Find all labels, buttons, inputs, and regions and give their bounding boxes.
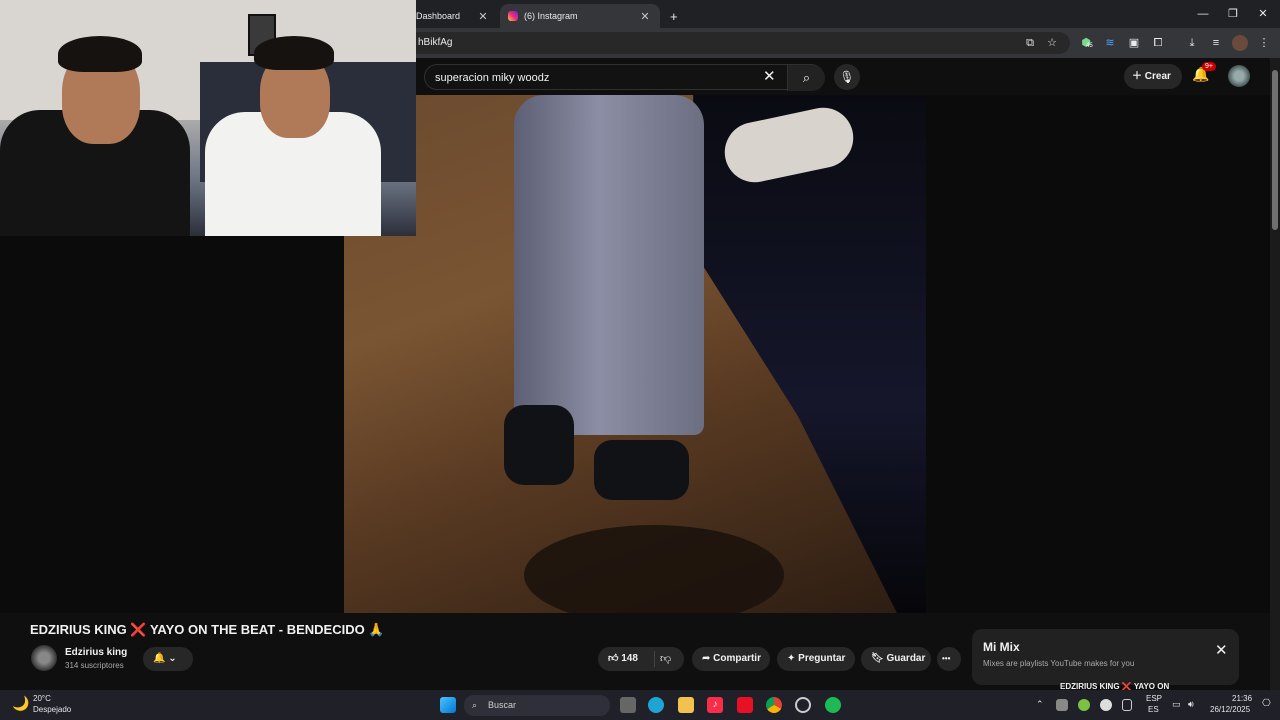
taskbar-search[interactable]: ⌕ Buscar (464, 695, 610, 716)
mix-subtitle: Mixes are playlists YouTube makes for yo… (983, 659, 1135, 668)
clock-date[interactable]: 26/12/2025 (1210, 705, 1250, 714)
thumbs-up-icon: 👍︎ (608, 653, 619, 664)
subscriber-count: 314 suscriptores (65, 661, 124, 670)
ask-button[interactable]: ✦ Preguntar (777, 647, 855, 671)
profile-avatar[interactable] (1232, 35, 1248, 51)
tray-chevron-up-icon[interactable]: ⌃ (1036, 699, 1044, 710)
search-input[interactable]: superacion miky woodz (435, 65, 549, 91)
kebab-menu-icon[interactable]: ⋮ (1256, 35, 1272, 51)
left-shoe (504, 405, 574, 485)
like-divider (654, 651, 655, 667)
taskbar-search-placeholder: Buscar (488, 700, 517, 710)
subscribe-bell-button[interactable]: 🔔 ⌄ (143, 647, 193, 671)
windows-start-icon[interactable] (440, 697, 456, 713)
tab-label: Dashboard (416, 11, 461, 21)
volume-icon[interactable]: 🔊︎ (1188, 699, 1194, 710)
bell-icon: 🔔 (153, 653, 166, 664)
network-icon[interactable]: ▭ (1172, 699, 1181, 710)
person-legs (514, 95, 704, 435)
sparkle-icon: ✦ (787, 653, 799, 664)
close-icon[interactable]: ✕ (1215, 641, 1228, 659)
audio-extension-icon[interactable]: ≋ (1102, 35, 1118, 51)
tray-nvidia-icon[interactable] (1078, 699, 1090, 711)
music-app-icon[interactable]: ♪ (707, 697, 723, 713)
language-top[interactable]: ESP (1146, 694, 1162, 703)
video-title: EDZIRIUS KING ❌ YAYO ON THE BEAT - BENDE… (30, 622, 385, 637)
cast-icon[interactable]: ⧉ (1022, 35, 1038, 51)
tab-close-icon[interactable]: ✕ (476, 10, 490, 23)
account-avatar[interactable] (1228, 65, 1250, 87)
tray-cloud-icon[interactable] (1100, 699, 1112, 711)
share-button[interactable]: ➦ Compartir (692, 647, 770, 671)
restore-button[interactable]: ❐ (1218, 4, 1248, 24)
bookmark-star-icon[interactable]: ☆ (1044, 35, 1060, 51)
person-right-hair (254, 36, 334, 70)
tab-instagram[interactable]: (6) Instagram ✕ (500, 4, 660, 28)
share-icon: ➦ (702, 653, 714, 664)
person-left-hair (58, 36, 142, 72)
page-scrollbar[interactable] (1270, 58, 1280, 690)
close-window-button[interactable]: ✕ (1248, 4, 1278, 24)
channel-name[interactable]: Edzirius king (65, 647, 127, 658)
create-label: Crear (1144, 71, 1171, 82)
mix-panel: Mi Mix Mixes are playlists YouTube makes… (972, 629, 1239, 691)
tray-mic-icon[interactable] (1122, 699, 1132, 711)
search-icon: ⌕ (472, 700, 478, 710)
webcam-overlay (0, 0, 416, 236)
spotify-icon[interactable] (825, 697, 841, 713)
ask-label: Preguntar (798, 653, 846, 664)
tray-app-icon[interactable] (1056, 699, 1068, 711)
create-button[interactable]: ＋ Crear (1124, 64, 1182, 89)
new-tab-button[interactable]: + (662, 4, 682, 28)
mix-title: Mi Mix (983, 640, 1020, 654)
minimize-button[interactable]: — (1188, 4, 1218, 24)
puzzle-extensions-icon[interactable]: ⧠ (1150, 35, 1166, 51)
clear-search-icon[interactable]: ✕ (763, 67, 776, 85)
microphone-icon[interactable]: 🎙 (834, 64, 860, 90)
more-actions-button[interactable]: ••• (937, 647, 961, 671)
download-icon[interactable]: ⤓ (1184, 35, 1200, 51)
edge-icon[interactable] (648, 697, 664, 713)
task-view-icon[interactable] (620, 697, 636, 713)
search-icon[interactable]: ⌕ (787, 65, 825, 91)
reader-icon[interactable]: ▣ (1126, 35, 1142, 51)
app-icon[interactable] (737, 697, 753, 713)
extension-badge: 45 (1086, 43, 1093, 49)
save-button[interactable]: 🔖︎ Guardar (861, 647, 931, 671)
tab-label: (6) Instagram (524, 11, 578, 21)
right-shoe (594, 440, 689, 500)
weather-desc: Despejado (33, 705, 72, 714)
notification-badge: 9+ (1202, 62, 1216, 71)
tab-close-icon[interactable]: ✕ (638, 10, 652, 23)
chevron-down-icon: ⌄ (168, 653, 177, 664)
scrollbar-thumb[interactable] (1272, 70, 1278, 230)
thumbs-down-icon[interactable]: 👎︎ (660, 647, 671, 671)
chrome-icon[interactable] (766, 697, 782, 713)
language-bottom[interactable]: ES (1148, 705, 1159, 714)
bookmark-icon: 🔖︎ (871, 653, 887, 664)
notification-icon[interactable]: ⎔ (1262, 698, 1271, 709)
file-explorer-icon[interactable] (678, 697, 694, 713)
weather-temp: 20°C (33, 694, 51, 703)
instagram-icon (508, 11, 518, 21)
moon-weather-icon: 🌙 (12, 695, 30, 711)
share-label: Compartir (713, 653, 761, 664)
tab-dashboard[interactable]: Dashboard ✕ (408, 4, 498, 28)
url-text: hBikfAg (418, 37, 453, 48)
video-frame[interactable] (344, 95, 926, 613)
plus-icon: ＋ (1132, 71, 1145, 82)
save-label: Guardar (886, 653, 926, 664)
windows-taskbar: 🌙 20°C Despejado ⌕ Buscar ♪ ⌃ ESP ES ▭ 🔊︎… (0, 690, 1280, 720)
clock-time[interactable]: 21:36 (1232, 694, 1252, 703)
like-count: 148 (621, 653, 638, 664)
media-control-icon[interactable]: ≡ (1208, 35, 1224, 51)
search-box[interactable]: superacion miky woodz ✕ ⌕ (424, 64, 825, 91)
channel-avatar[interactable] (31, 645, 57, 671)
github-icon[interactable] (795, 697, 811, 713)
